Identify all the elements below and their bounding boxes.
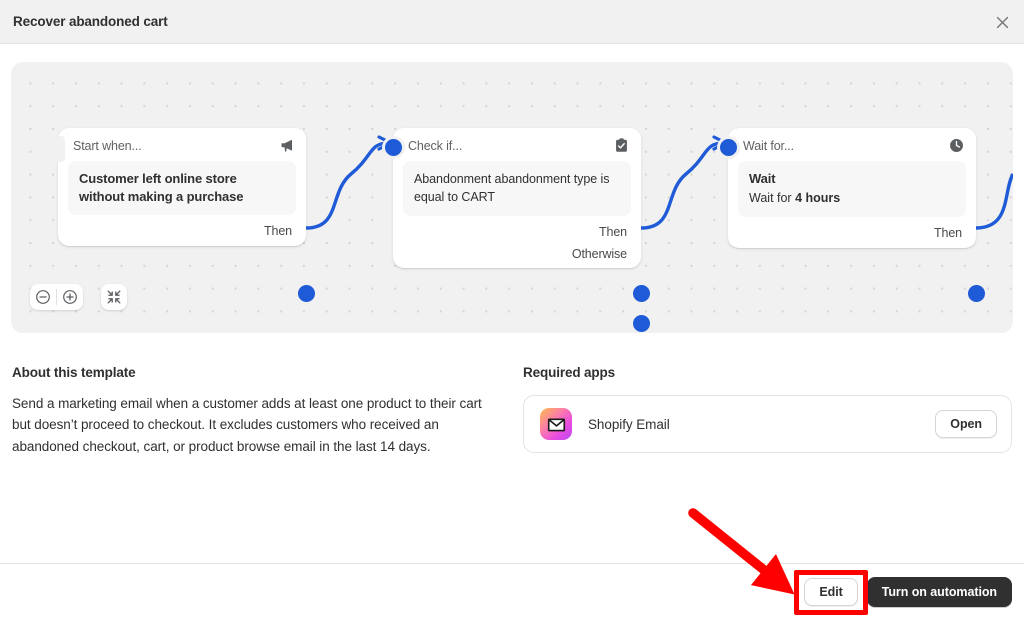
port-label-then: Then — [934, 226, 962, 240]
workflow-canvas[interactable]: Start when... Customer left online store… — [11, 62, 1013, 333]
flow-node-wait-action: Wait — [749, 170, 955, 188]
flow-node-trigger-title: Start when... — [73, 139, 142, 153]
modal-header: Recover abandoned cart — [0, 0, 1024, 44]
port-label-otherwise: Otherwise — [572, 247, 627, 261]
connector-condition-wait — [641, 143, 724, 228]
close-icon — [995, 15, 1010, 30]
flow-node-trigger-body: Customer left online store without makin… — [68, 161, 296, 215]
turn-on-automation-button[interactable]: Turn on automation — [867, 577, 1012, 607]
envelope-icon — [547, 415, 566, 434]
zoom-controls — [30, 284, 83, 310]
flow-node-wait-footer: Then — [728, 219, 976, 248]
flow-node-condition-header: Check if... — [393, 128, 641, 157]
megaphone-icon — [278, 137, 295, 154]
app-name: Shopify Email — [588, 417, 935, 432]
port-label-then: Then — [599, 225, 627, 239]
flow-node-condition[interactable]: Check if... Abandonment abandonment type… — [393, 128, 641, 268]
flow-node-trigger-condition-text: Customer left online store without makin… — [79, 170, 285, 205]
fit-to-screen-button[interactable] — [101, 284, 127, 310]
flow-node-condition-expression: Abandonment abandonment type is equal to… — [414, 170, 620, 206]
about-title: About this template — [12, 365, 482, 380]
flow-node-condition-title: Check if... — [408, 139, 462, 153]
zoom-out-button[interactable] — [30, 284, 56, 310]
app-list-item: Shopify Email Open — [523, 395, 1012, 453]
connector-wait-next — [976, 174, 1013, 228]
modal-footer: Edit Turn on automation — [0, 564, 1024, 619]
flow-node-wait-header: Wait for... — [728, 128, 976, 157]
port-label-then: Then — [264, 224, 292, 238]
fit-to-screen-icon — [106, 289, 122, 305]
required-apps-section: Required apps Shopify Email Open — [523, 365, 1012, 453]
shopify-email-icon — [540, 408, 572, 440]
about-template-section: About this template Send a marketing ema… — [12, 365, 482, 457]
input-port[interactable] — [382, 136, 405, 159]
edit-button-highlight-box — [794, 570, 868, 615]
input-port[interactable] — [717, 136, 740, 159]
clock-icon — [948, 137, 965, 154]
wait-duration-value: 4 hours — [795, 191, 840, 205]
flow-node-condition-body: Abandonment abandonment type is equal to… — [403, 161, 631, 216]
open-app-button[interactable]: Open — [935, 410, 997, 438]
flow-node-wait-body: Wait Wait for 4 hours — [738, 161, 966, 217]
flow-node-trigger-footer: Then — [58, 217, 306, 246]
connector-trigger-condition — [306, 143, 389, 228]
output-port-otherwise[interactable] — [630, 312, 653, 333]
required-apps-title: Required apps — [523, 365, 1012, 380]
clipboard-check-icon — [613, 137, 630, 154]
close-button[interactable] — [988, 8, 1016, 36]
start-marker-icon — [52, 139, 65, 159]
output-port-then[interactable] — [965, 282, 988, 305]
output-port-then[interactable] — [295, 282, 318, 305]
zoom-out-icon — [35, 289, 51, 305]
template-preview-modal: Recover abandoned cart Start when... — [0, 0, 1024, 619]
flow-node-wait-title: Wait for... — [743, 139, 794, 153]
flow-node-condition-footer-otherwise: Otherwise — [393, 246, 641, 268]
flow-node-trigger-header: Start when... — [58, 128, 306, 157]
flow-node-wait-duration: Wait for 4 hours — [749, 189, 955, 207]
zoom-in-icon — [62, 289, 78, 305]
about-description: Send a marketing email when a customer a… — [12, 393, 482, 457]
flow-node-condition-footer-then: Then — [393, 218, 641, 246]
output-port-then[interactable] — [630, 282, 653, 305]
flow-node-wait[interactable]: Wait for... Wait Wait for 4 hours Then — [728, 128, 976, 248]
flow-node-trigger[interactable]: Start when... Customer left online store… — [58, 128, 306, 246]
wait-prefix: Wait for — [749, 191, 795, 205]
page-title: Recover abandoned cart — [13, 14, 168, 29]
zoom-in-button[interactable] — [57, 284, 83, 310]
